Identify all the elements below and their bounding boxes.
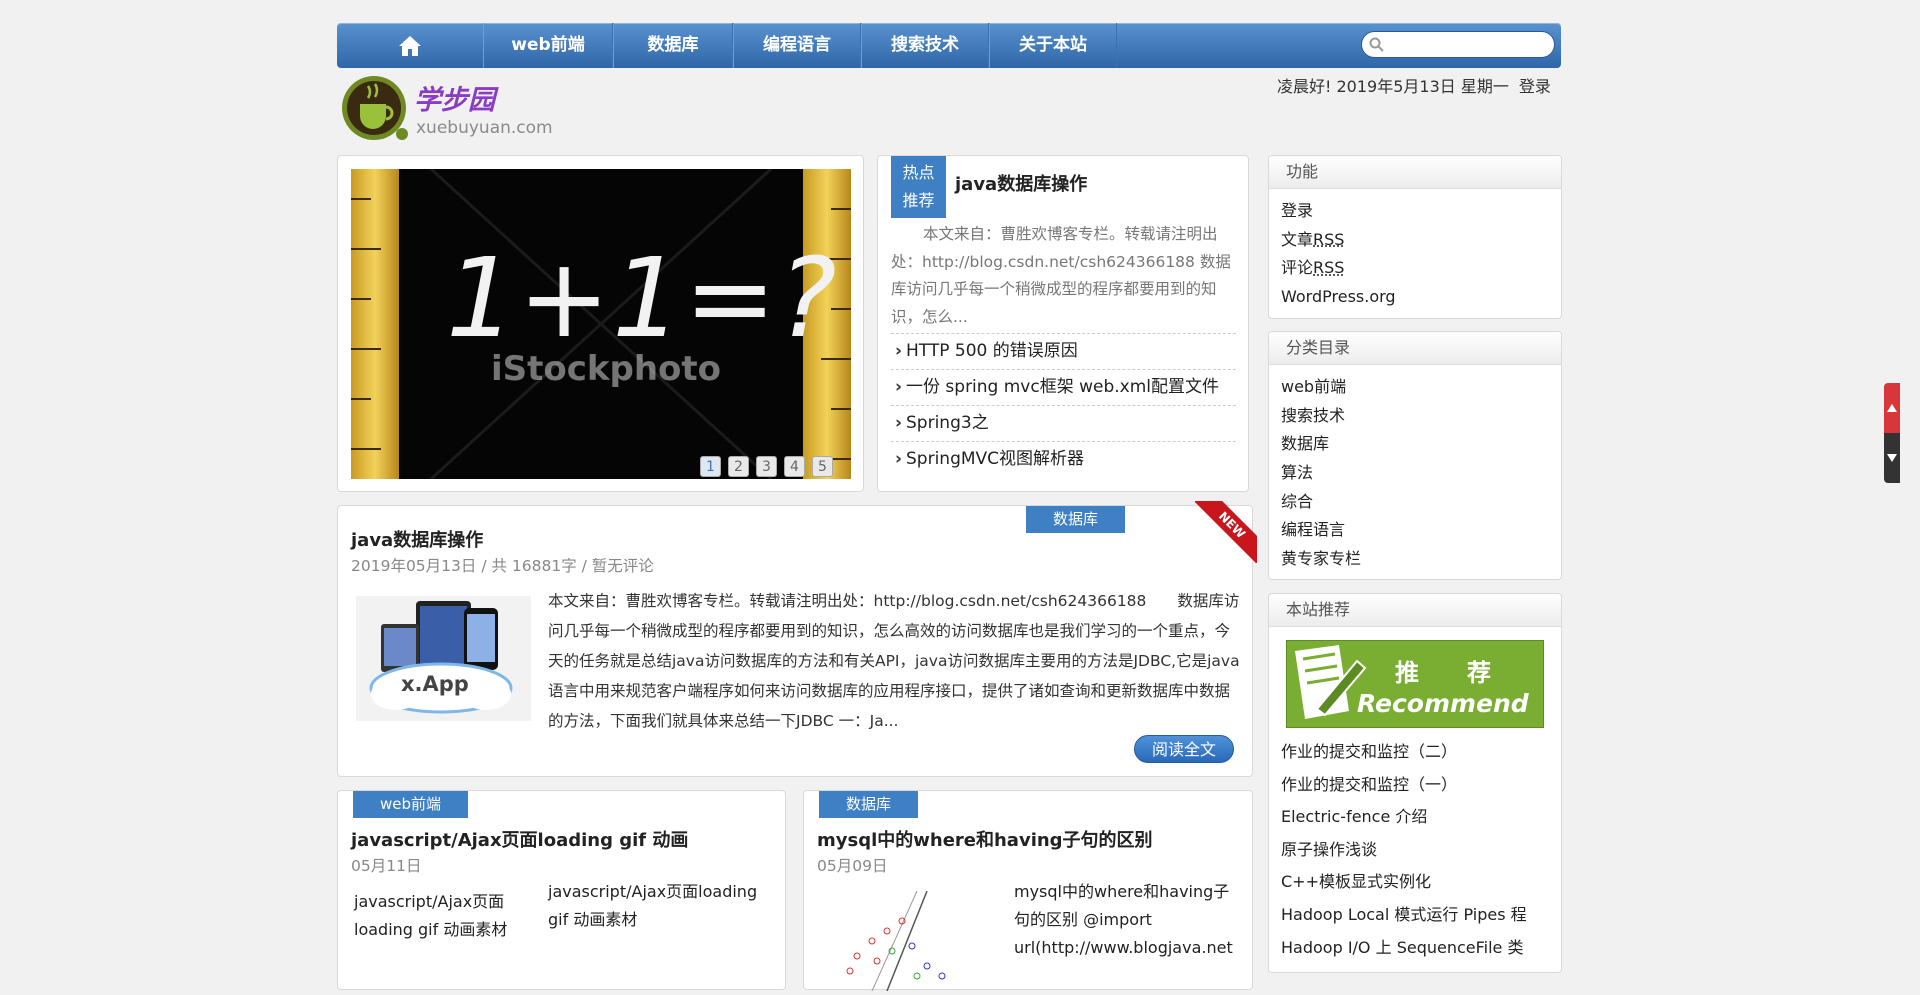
sidebar-link-text: 登录 [1281, 201, 1313, 220]
featured-thumb-label: x.App [401, 672, 469, 696]
read-more-button[interactable]: 阅读全文 [1134, 735, 1234, 763]
post-date: 05月11日 [351, 854, 421, 876]
category-link[interactable]: 搜索技术 [1281, 402, 1561, 431]
post-image-alt[interactable]: javascript/Ajax页面loading gif 动画素材 [354, 888, 524, 944]
nav-item-programming[interactable]: 编程语言 [733, 23, 861, 68]
login-link[interactable]: 登录 [1519, 77, 1551, 96]
recommend-banner-cn: 推 荐 [1395, 653, 1491, 688]
post-excerpt: mysql中的where和having子句的区别 @import url(htt… [1014, 878, 1244, 962]
slider-page-button[interactable]: 3 [756, 456, 777, 477]
sidebar-recommend: 本站推荐 推 荐 Recommend 作业的提交和监控（二） 作业的提交和监控（… [1268, 593, 1562, 973]
recommend-banner[interactable]: 推 荐 Recommend [1286, 640, 1544, 728]
featured-post: 数据库 NEW java数据库操作 2019年05月13日 / 共 16881字… [337, 505, 1253, 777]
recommend-link[interactable]: Hadoop I/O 上 SequenceFile 类 [1281, 932, 1561, 965]
slider-page-button[interactable]: 4 [784, 456, 805, 477]
hot-title-link[interactable]: java数据库操作 [955, 170, 1087, 196]
slider-image[interactable]: 1+1=? iStockphoto [351, 169, 851, 479]
main-nav: web前端 数据库 编程语言 搜索技术 关于本站 [337, 23, 1561, 68]
rss-abbr: RSS [1313, 258, 1344, 277]
search-icon[interactable] [1369, 37, 1384, 52]
featured-title-link[interactable]: java数据库操作 [351, 526, 483, 552]
hot-recommend-box: 热点 推荐 java数据库操作 本文来自：曹胜欢博客专栏。转载请注明出处：htt… [877, 155, 1249, 492]
search-box [1361, 31, 1555, 58]
greeting-bar: 凌晨好! 2019年5月13日 星期一 登录 [1277, 73, 1551, 97]
featured-thumbnail[interactable]: x.App [356, 596, 531, 721]
hot-tag-line2: 推荐 [891, 187, 946, 215]
category-link[interactable]: 算法 [1281, 459, 1561, 488]
sidebar-link-text: WordPress.org [1281, 287, 1396, 306]
new-ribbon: NEW [1195, 501, 1257, 563]
featured-excerpt: 本文来自：曹胜欢博客专栏。转载请注明出处：http://blog.csdn.ne… [548, 586, 1243, 736]
recommend-banner-en: Recommend [1357, 689, 1529, 718]
category-link[interactable]: 数据库 [1281, 430, 1561, 459]
slider-page-button[interactable]: 2 [728, 456, 749, 477]
scroll-buttons [1884, 383, 1900, 483]
arrow-up-icon [1887, 404, 1897, 412]
hot-link[interactable]: Spring3之 [891, 405, 1236, 441]
post-excerpt: javascript/Ajax页面loading gif 动画素材 [548, 878, 778, 934]
home-button[interactable] [337, 23, 484, 68]
post-date: 05月09日 [817, 854, 887, 876]
greeting-text: 凌晨好! 2019年5月13日 星期一 [1277, 77, 1509, 96]
recommend-link[interactable]: C++模板显式实例化 [1281, 866, 1561, 899]
recommend-link[interactable]: 作业的提交和监控（一） [1281, 769, 1561, 802]
recommend-link[interactable]: 原子操作浅谈 [1281, 834, 1561, 867]
post-title-link[interactable]: javascript/Ajax页面loading gif 动画 [351, 826, 688, 852]
slider-pagination: 1 2 3 4 5 [700, 456, 833, 477]
recommend-link[interactable]: Hadoop Local 模式运行 Pipes 程 [1281, 899, 1561, 932]
sidebar-categories: 分类目录 web前端 搜索技术 数据库 算法 综合 编程语言 黄专家专栏 [1268, 331, 1562, 580]
sidebar-functions-title: 功能 [1269, 156, 1561, 189]
arrow-down-icon [1887, 454, 1897, 462]
site-logo[interactable]: 学步园 xuebuyuan.com [342, 74, 547, 142]
slider-image-text: 1+1=? [446, 234, 839, 362]
sidebar-link-text: 评论 [1281, 258, 1313, 277]
featured-meta: 2019年05月13日 / 共 16881字 / 暂无评论 [351, 554, 654, 576]
hot-link[interactable]: 一份 spring mvc框架 web.xml配置文件 [891, 369, 1236, 405]
hot-link[interactable]: HTTP 500 的错误原因 [891, 333, 1236, 369]
nav-item-database[interactable]: 数据库 [613, 23, 733, 68]
post-card: 数据库 mysql中的where和having子句的区别 05月09日 mysq… [803, 790, 1253, 990]
nav-item-search-tech[interactable]: 搜索技术 [861, 23, 989, 68]
category-link[interactable]: 黄专家专栏 [1281, 545, 1561, 574]
home-icon [398, 35, 422, 57]
category-link[interactable]: 编程语言 [1281, 516, 1561, 545]
recommend-link[interactable]: Electric-fence 介绍 [1281, 801, 1561, 834]
sidebar-article-rss-link[interactable]: 文章RSS [1281, 226, 1561, 255]
nav-menu: web前端 数据库 编程语言 搜索技术 关于本站 [483, 23, 1117, 68]
hot-link[interactable]: SpringMVC视图解析器 [891, 441, 1236, 477]
sidebar-recommend-title: 本站推荐 [1269, 594, 1561, 627]
image-slider: 1+1=? iStockphoto 1 2 3 4 5 [337, 155, 864, 492]
post-thumbnail[interactable] [817, 891, 997, 991]
nav-item-about[interactable]: 关于本站 [989, 23, 1117, 68]
post-card: web前端 javascript/Ajax页面loading gif 动画 05… [337, 790, 786, 990]
rss-abbr: RSS [1313, 230, 1344, 249]
hot-tag-line1: 热点 [891, 159, 946, 187]
recommend-link[interactable]: 作业的提交和监控（二） [1281, 736, 1561, 769]
hot-tag: 热点 推荐 [891, 156, 946, 218]
logo-domain: xuebuyuan.com [416, 118, 553, 138]
nav-item-web[interactable]: web前端 [483, 23, 613, 68]
post-category-tag[interactable]: 数据库 [819, 791, 918, 818]
sidebar-wordpress-link[interactable]: WordPress.org [1281, 283, 1561, 312]
scroll-top-button[interactable] [1884, 383, 1900, 433]
post-title-link[interactable]: mysql中的where和having子句的区别 [817, 826, 1153, 852]
sidebar-comment-rss-link[interactable]: 评论RSS [1281, 254, 1561, 283]
search-input[interactable] [1390, 35, 1549, 55]
post-category-tag[interactable]: web前端 [353, 791, 468, 818]
scroll-bottom-button[interactable] [1884, 433, 1900, 483]
slider-page-button[interactable]: 5 [812, 456, 833, 477]
category-link[interactable]: web前端 [1281, 373, 1561, 402]
hot-links: HTTP 500 的错误原因 一份 spring mvc框架 web.xml配置… [891, 333, 1236, 477]
slider-watermark: iStockphoto [491, 349, 721, 389]
logo-text: 学步园 [414, 78, 495, 117]
slider-page-button[interactable]: 1 [700, 456, 721, 477]
sidebar-link-text: 文章 [1281, 230, 1313, 249]
new-ribbon-label: NEW [1195, 501, 1257, 563]
category-link[interactable]: 综合 [1281, 488, 1561, 517]
featured-category-tag[interactable]: 数据库 [1026, 506, 1125, 533]
sidebar-login-link[interactable]: 登录 [1281, 197, 1561, 226]
sidebar-categories-title: 分类目录 [1269, 332, 1561, 365]
hot-excerpt: 本文来自：曹胜欢博客专栏。转载请注明出处：http://blog.csdn.ne… [891, 221, 1236, 331]
sidebar-functions: 功能 登录 文章RSS 评论RSS WordPress.org [1268, 155, 1562, 319]
